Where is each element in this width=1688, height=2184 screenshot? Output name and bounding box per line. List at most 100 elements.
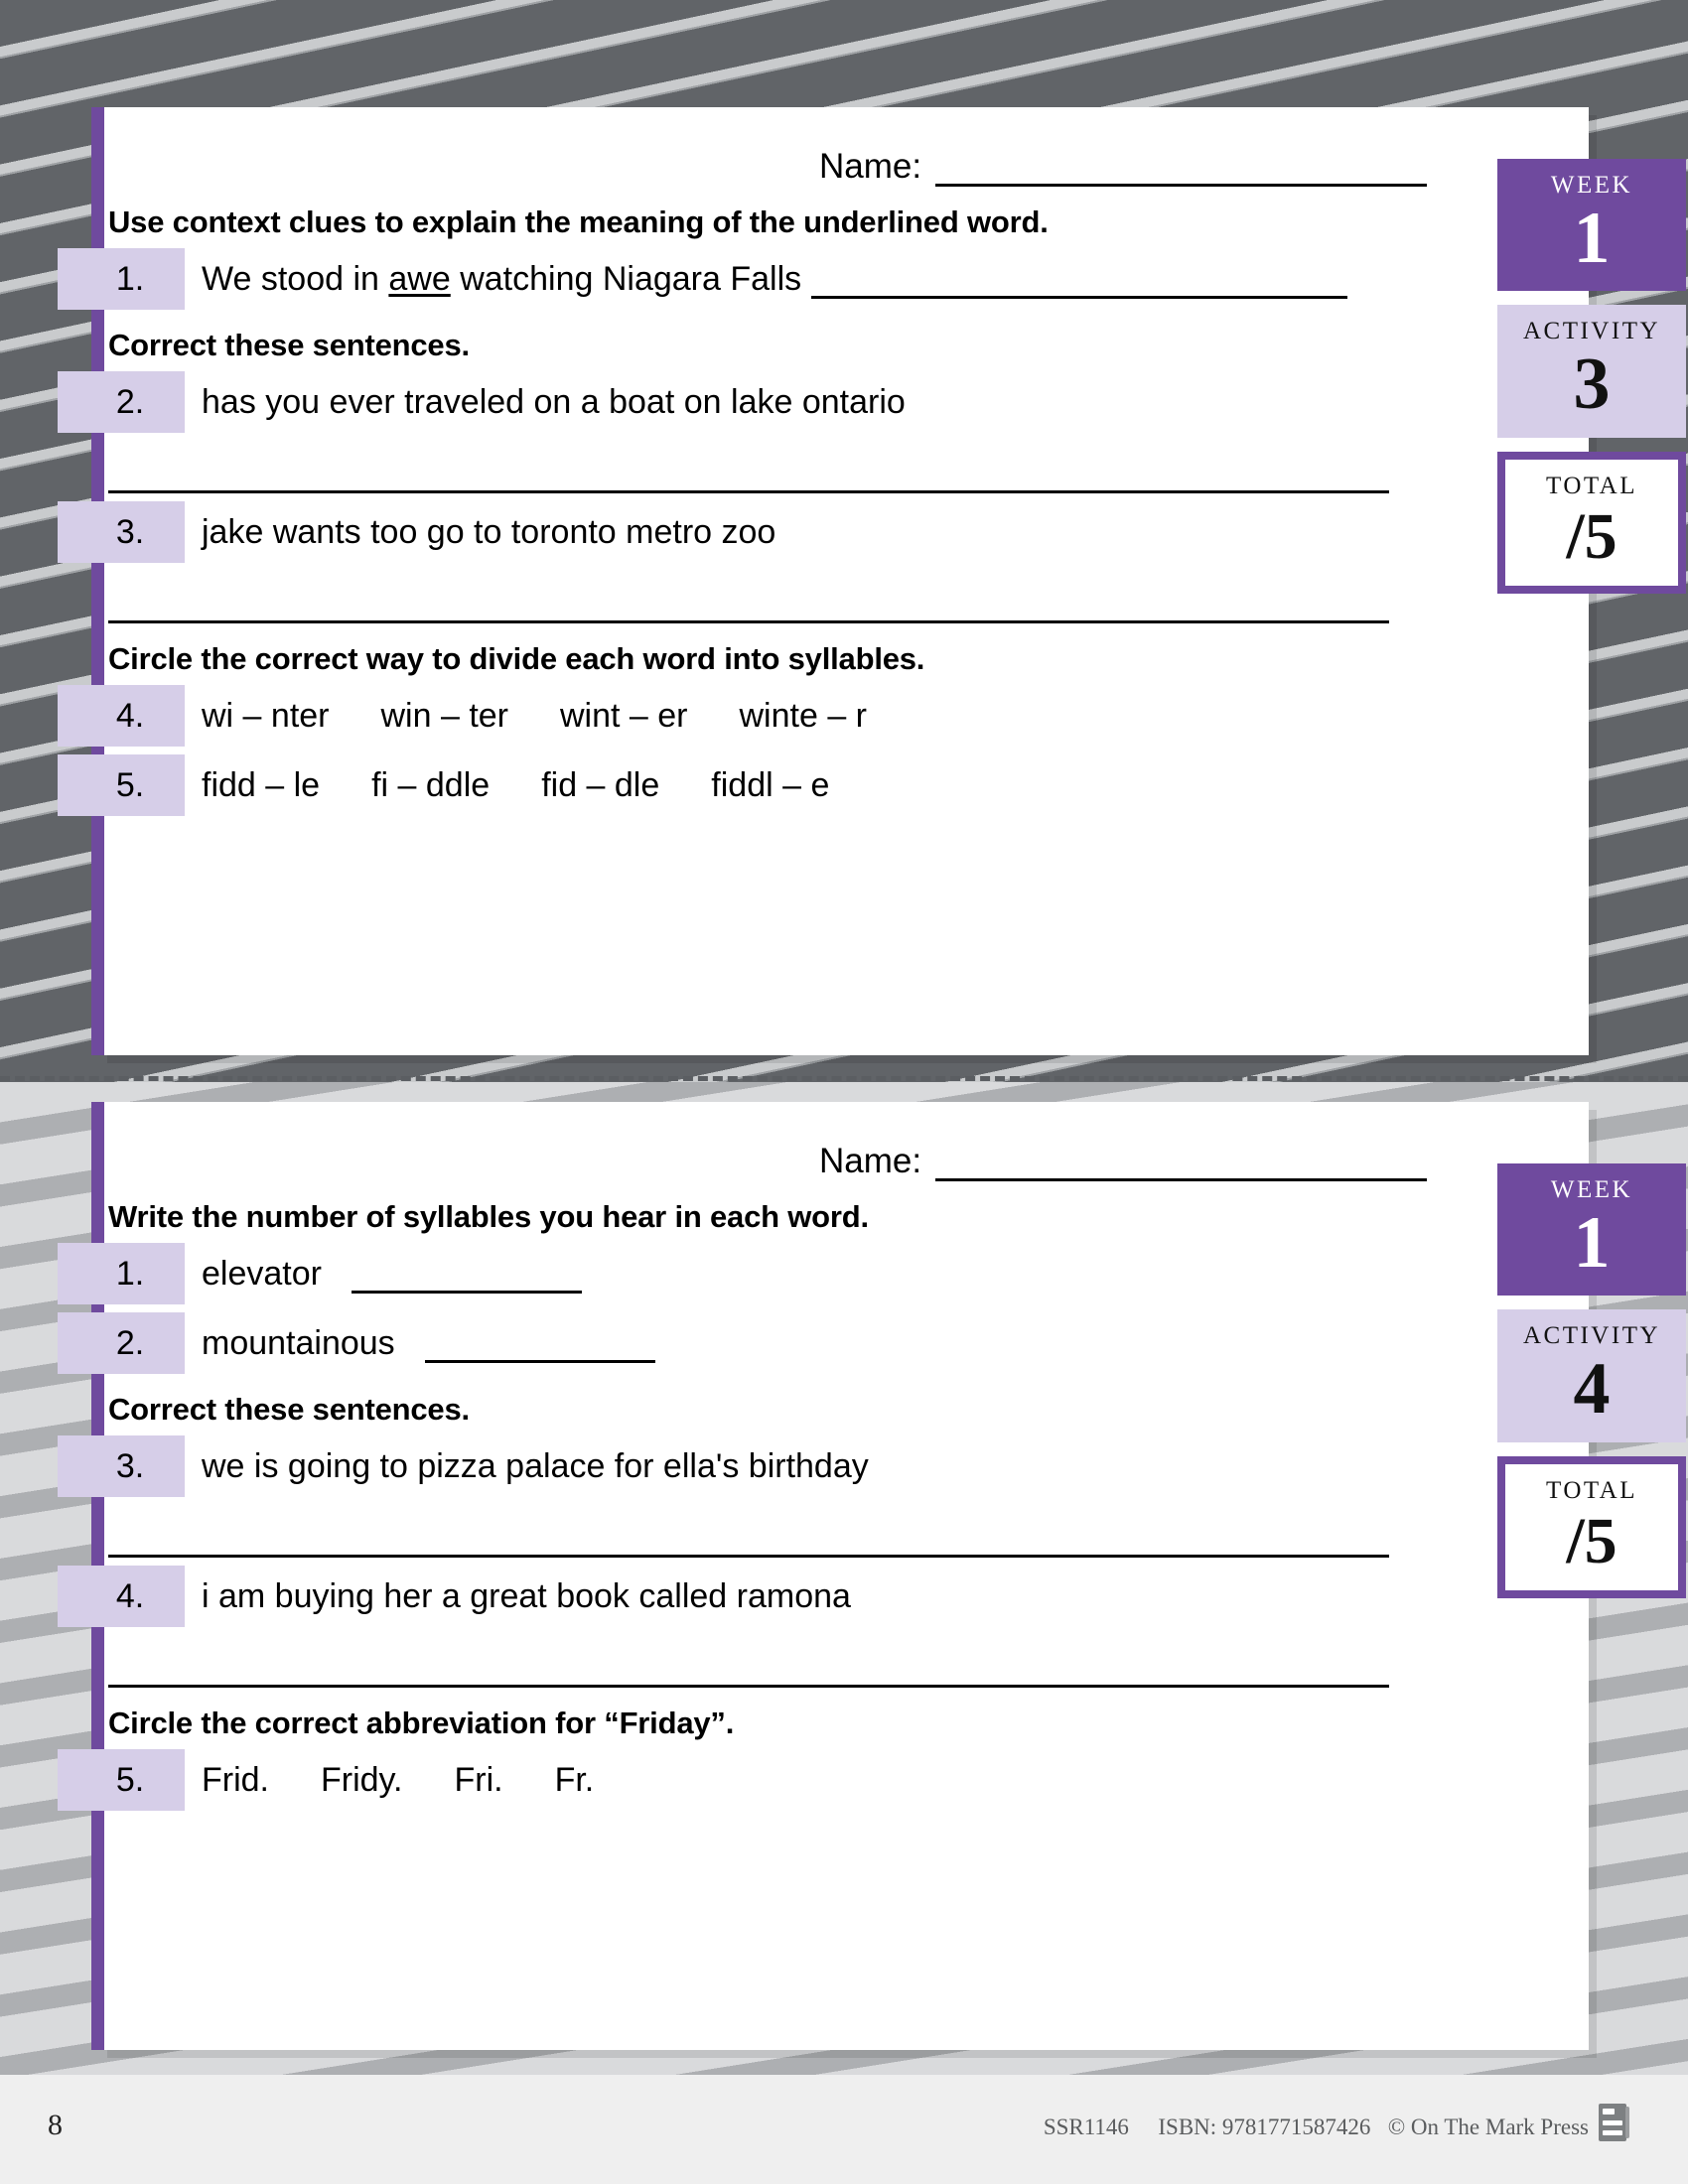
footer-product-code: SSR1146 [1043, 2115, 1129, 2139]
question-text: elevator [202, 1255, 582, 1294]
answer-input-line[interactable] [351, 1263, 582, 1294]
choice-option[interactable]: Fr. [555, 1761, 595, 1800]
question-row: 1. elevator [58, 1243, 1484, 1304]
activity-badge-label: ACTIVITY [1522, 318, 1661, 345]
name-row: Name: [104, 107, 1484, 187]
question-text-body: elevator [202, 1254, 322, 1293]
worksheet-content-top: Name: Use context clues to explain the me… [58, 107, 1484, 816]
cut-line-divider [0, 1076, 1688, 1081]
question-number: 4. [58, 685, 185, 747]
footer-isbn: ISBN: 9781771587426 [1158, 2115, 1371, 2139]
page-footer: 8 SSR1146 ISBN: 9781771587426 © On The M… [0, 2075, 1688, 2184]
week-badge-value: 1 [1573, 198, 1611, 279]
choice-option[interactable]: fiddl – e [711, 766, 829, 805]
answer-write-line[interactable] [108, 618, 1389, 623]
footer-meta: SSR1146 ISBN: 9781771587426 © On The Mar… [1044, 2115, 1589, 2140]
question-text: we is going to pizza palace for ella's b… [202, 1447, 869, 1486]
total-badge-value: /5 [1566, 1504, 1618, 1577]
question-row: 5. Frid. Fridy. Fri. Fr. [58, 1749, 1484, 1811]
question-row: 1. We stood in awe watching Niagara Falls [58, 248, 1484, 310]
question-text: i am buying her a great book called ramo… [202, 1577, 851, 1616]
choice-list: fidd – le fi – ddle fid – dle fiddl – e [202, 766, 829, 805]
activity-badge-value: 3 [1573, 343, 1611, 426]
activity-badge: ACTIVITY 4 [1497, 1309, 1686, 1442]
underlined-word: awe [388, 259, 451, 298]
question-number: 3. [58, 1435, 185, 1497]
choice-option[interactable]: fid – dle [541, 766, 659, 805]
answer-input-line[interactable] [424, 1332, 655, 1363]
section-prompt: Write the number of syllables you hear i… [108, 1199, 869, 1234]
question-text: mountainous [202, 1324, 655, 1363]
total-badge: TOTAL /5 [1497, 1455, 1686, 1599]
answer-write-line[interactable] [108, 488, 1389, 493]
section-prompt: Circle the correct way to divide each wo… [108, 641, 925, 676]
question-row: 3. we is going to pizza palace for ella's… [58, 1435, 1484, 1497]
total-badge-value: /5 [1566, 499, 1618, 573]
question-number: 2. [58, 371, 185, 433]
choice-list: Frid. Fridy. Fri. Fr. [202, 1761, 594, 1800]
question-text: We stood in awe watching Niagara Falls [202, 259, 1348, 299]
question-row: 4. wi – nter win – ter wint – er winte – r [58, 685, 1484, 747]
section-prompt: Correct these sentences. [108, 328, 470, 362]
week-badge: WEEK 1 [1497, 159, 1686, 292]
choice-option[interactable]: wi – nter [202, 697, 330, 736]
question-number: 2. [58, 1312, 185, 1374]
question-row: 2. has you ever traveled on a boat on lak… [58, 371, 1484, 433]
activity-badge-value: 4 [1573, 1348, 1611, 1431]
footer-copyright: © On The Mark Press [1387, 2115, 1589, 2139]
badge-column-bottom: WEEK 1 ACTIVITY 4 TOTAL /5 [1497, 1163, 1686, 1599]
question-text: has you ever traveled on a boat on lake … [202, 383, 906, 422]
week-badge: WEEK 1 [1497, 1163, 1686, 1297]
name-input-line[interactable] [935, 1145, 1428, 1181]
week-badge-label: WEEK [1550, 1176, 1633, 1203]
page-number: 8 [48, 2109, 63, 2141]
section-prompt: Use context clues to explain the meaning… [108, 205, 1049, 239]
question-number: 4. [58, 1566, 185, 1627]
name-input-line[interactable] [935, 150, 1428, 187]
question-text-pre: We stood in [202, 259, 389, 298]
total-badge-label: TOTAL [1546, 1476, 1637, 1504]
activity-badge-label: ACTIVITY [1522, 1322, 1661, 1350]
name-label: Name: [819, 147, 922, 186]
question-row: 2. mountainous [58, 1312, 1484, 1374]
section-prompt: Correct these sentences. [108, 1392, 470, 1427]
question-number: 1. [58, 248, 185, 310]
question-number: 5. [58, 1749, 185, 1811]
question-text-body: has you ever traveled on a boat on lake … [202, 382, 906, 421]
choice-option[interactable]: win – ter [381, 697, 509, 736]
badge-column-top: WEEK 1 ACTIVITY 3 TOTAL /5 [1497, 159, 1686, 595]
question-text-body: jake wants too go to toronto metro zoo [202, 512, 776, 551]
book-icon [1599, 2104, 1629, 2141]
choice-option[interactable]: Frid. [202, 1761, 269, 1800]
question-text-post: watching Niagara Falls [450, 259, 802, 298]
name-row: Name: [104, 1102, 1484, 1181]
answer-input-line[interactable] [811, 268, 1348, 299]
question-text-body: we is going to pizza palace for ella's b… [202, 1446, 869, 1485]
week-badge-label: WEEK [1550, 172, 1633, 199]
activity-badge: ACTIVITY 3 [1497, 305, 1686, 438]
choice-list: wi – nter win – ter wint – er winte – r [202, 697, 867, 736]
total-badge-label: TOTAL [1546, 472, 1637, 499]
answer-write-line[interactable] [108, 1683, 1389, 1688]
question-number: 3. [58, 501, 185, 563]
choice-option[interactable]: fi – ddle [371, 766, 490, 805]
choice-option[interactable]: winte – r [740, 697, 868, 736]
question-text: jake wants too go to toronto metro zoo [202, 513, 775, 552]
section-prompt: Circle the correct abbreviation for “Fri… [108, 1706, 735, 1740]
question-text-body: i am buying her a great book called ramo… [202, 1576, 851, 1615]
question-text-body: mountainous [202, 1323, 395, 1362]
choice-option[interactable]: Fridy. [321, 1761, 402, 1800]
choice-option[interactable]: Fri. [454, 1761, 502, 1800]
choice-option[interactable]: wint – er [560, 697, 688, 736]
week-badge-value: 1 [1573, 1202, 1611, 1284]
question-row: 3. jake wants too go to toronto metro zoo [58, 501, 1484, 563]
question-number: 1. [58, 1243, 185, 1304]
choice-option[interactable]: fidd – le [202, 766, 320, 805]
worksheet-content-bottom: Name: Write the number of syllables you h… [58, 1102, 1484, 1811]
answer-write-line[interactable] [108, 1553, 1389, 1558]
name-label: Name: [819, 1142, 922, 1180]
question-row: 5. fidd – le fi – ddle fid – dle fiddl – e [58, 754, 1484, 816]
total-badge: TOTAL /5 [1497, 451, 1686, 595]
question-row: 4. i am buying her a great book called ra… [58, 1566, 1484, 1627]
question-number: 5. [58, 754, 185, 816]
